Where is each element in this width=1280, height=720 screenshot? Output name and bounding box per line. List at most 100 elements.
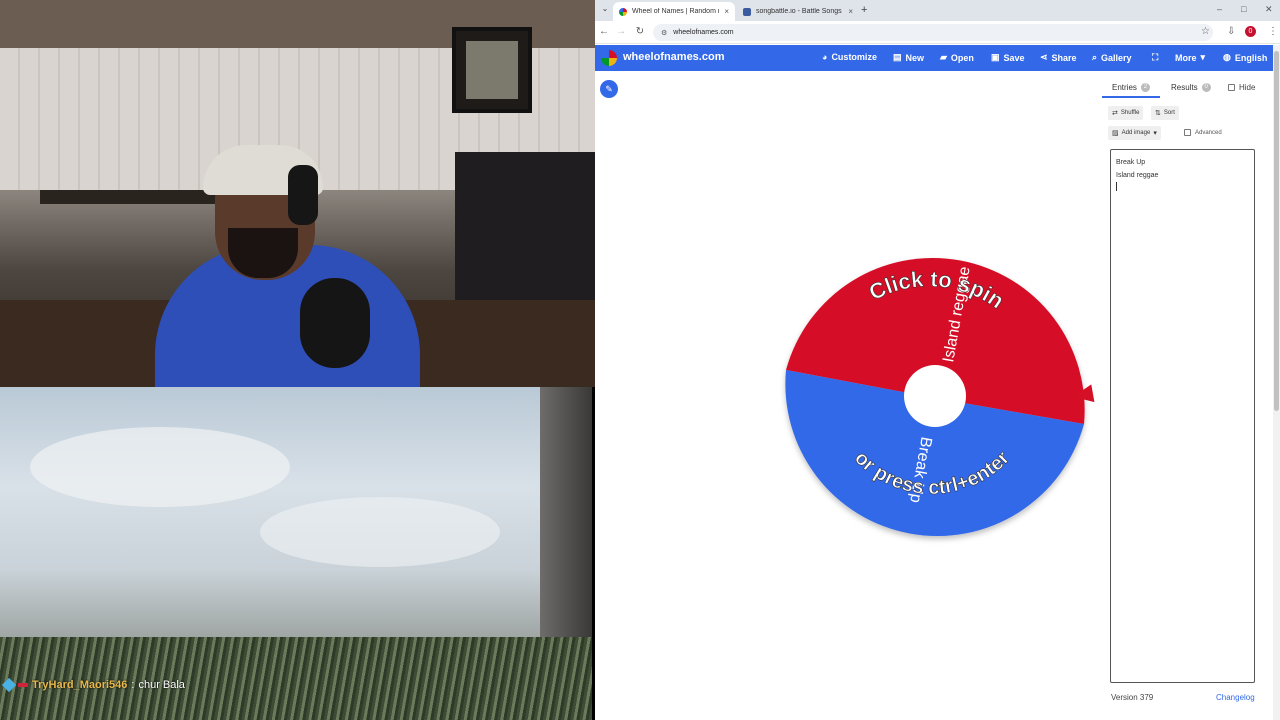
advanced-label: Advanced	[1195, 129, 1222, 136]
sort-icon: ⇅	[1155, 110, 1161, 117]
changelog-link[interactable]: Changelog	[1216, 693, 1255, 702]
hide-checkbox[interactable]: Hide	[1228, 83, 1255, 92]
image-icon: ▨	[1112, 130, 1119, 137]
new-file-icon: ▤	[893, 52, 902, 62]
headphones	[288, 165, 318, 225]
checkbox-icon[interactable]	[1184, 129, 1191, 136]
close-icon[interactable]: ×	[724, 7, 729, 16]
minimize-icon[interactable]: –	[1217, 4, 1222, 14]
search-icon: ⌕	[1092, 52, 1098, 62]
version-text: Version 379	[1111, 693, 1154, 702]
entries-count-badge: 2	[1140, 83, 1150, 92]
url-text: wheelofnames.com	[673, 29, 734, 36]
chat-separator: :	[131, 679, 135, 691]
rock	[540, 387, 592, 667]
tab-entries[interactable]: Entries 2	[1112, 83, 1150, 92]
share-label: Share	[1051, 52, 1077, 63]
new-button[interactable]: ▤ New	[893, 52, 924, 63]
add-image-label: Add image	[1121, 130, 1151, 136]
gallery-label: Gallery	[1101, 52, 1132, 63]
cloud	[30, 427, 290, 507]
tab-songbattle[interactable]: songbattle.io - Battle Songs ag ×	[737, 2, 859, 21]
cabinet	[455, 152, 595, 312]
save-icon: ▣	[991, 52, 1000, 62]
chat-badge-icon	[1, 677, 17, 693]
open-button[interactable]: ▰ Open	[940, 52, 974, 63]
entry-line: Island reggae	[1116, 172, 1159, 179]
chat-message: TryHard_Maori546 : chur Bala	[1, 677, 185, 693]
fullscreen-button[interactable]: ⛶	[1152, 52, 1158, 63]
scenic-background	[0, 387, 592, 720]
sort-button[interactable]: ⇅ Sort	[1151, 106, 1179, 120]
gallery-button[interactable]: ⌕ Gallery	[1092, 52, 1132, 63]
more-button[interactable]: More ▾	[1175, 52, 1205, 63]
close-window-icon[interactable]: ✕	[1265, 4, 1273, 15]
back-icon[interactable]: ←	[598, 26, 610, 37]
tab-strip: ⌄ Wheel of Names | Random nar × songbatt…	[595, 0, 1280, 21]
tab-results[interactable]: Results 0	[1171, 83, 1211, 92]
wheel-logo-icon[interactable]	[601, 50, 617, 66]
wall-picture	[452, 27, 532, 113]
browser-menu-icon[interactable]: ⋮	[1268, 26, 1278, 37]
share-button[interactable]: ⋖ Share	[1040, 52, 1077, 63]
forward-icon[interactable]: →	[615, 26, 627, 37]
language-label: English	[1234, 52, 1268, 63]
songbattle-favicon-icon	[743, 7, 751, 16]
reload-icon[interactable]: ↻	[634, 26, 646, 37]
spin-wheel[interactable]: Island reggae Break Up Click to spin or …	[780, 243, 1090, 553]
page-scrollbar[interactable]	[1273, 45, 1280, 720]
tab-wheel-of-names[interactable]: Wheel of Names | Random nar ×	[613, 2, 735, 21]
shuffle-icon: ⇄	[1112, 110, 1118, 117]
customize-label: Customize	[831, 52, 877, 62]
profile-avatar[interactable]: 0	[1245, 26, 1256, 37]
fullscreen-icon: ⛶	[1152, 52, 1159, 62]
brand-title[interactable]: wheelofnames.com	[623, 51, 724, 63]
globe-icon: ◍	[1223, 52, 1231, 62]
sidebar-tabs: Entries 2 Results 0 Hide	[1102, 75, 1272, 98]
add-image-button[interactable]: ▨ Add image ▾	[1108, 126, 1161, 140]
tab-title: Wheel of Names | Random nar	[632, 8, 720, 15]
bookmark-star-icon[interactable]: ☆	[1201, 26, 1210, 37]
browser-window: ⌄ Wheel of Names | Random nar × songbatt…	[595, 0, 1280, 720]
tab-search-icon[interactable]: ⌄	[599, 4, 611, 16]
address-bar-row: ← → ↻ ⚙ wheelofnames.com ☆ ⇩ ⋮	[595, 21, 1280, 44]
customize-button[interactable]: ◕ Customize	[822, 52, 877, 62]
cloud	[260, 497, 500, 567]
downloads-icon[interactable]: ⇩	[1227, 26, 1235, 37]
scrollbar-thumb[interactable]	[1274, 51, 1279, 411]
chat-text: chur Bala	[138, 679, 185, 691]
streamer-beard	[228, 228, 298, 278]
hide-label: Hide	[1239, 83, 1256, 92]
url-field[interactable]: ⚙ wheelofnames.com	[653, 24, 1213, 41]
wheel-favicon-icon	[619, 7, 627, 16]
text-caret	[1116, 182, 1117, 191]
advanced-checkbox[interactable]: Advanced	[1184, 129, 1222, 136]
chat-username: TryHard_Maori546	[32, 679, 128, 691]
entries-textarea[interactable]: Break Up Island reggae	[1110, 149, 1255, 683]
language-button[interactable]: ◍ English	[1223, 52, 1267, 63]
palette-icon: ◕	[822, 52, 828, 62]
more-label: More	[1175, 52, 1197, 63]
maximize-icon[interactable]: □	[1241, 4, 1246, 14]
webcam-video	[0, 0, 595, 387]
site-info-icon[interactable]: ⚙	[661, 29, 667, 37]
tab-results-label: Results	[1171, 83, 1198, 92]
shuffle-button[interactable]: ⇄ Shuffle	[1108, 106, 1144, 120]
wheel-pointer-icon	[1071, 384, 1095, 406]
sort-label: Sort	[1163, 110, 1175, 116]
checkbox-icon[interactable]	[1228, 84, 1235, 91]
share-icon: ⋖	[1040, 52, 1048, 62]
shuffle-label: Shuffle	[1120, 110, 1140, 116]
chevron-down-icon: ▾	[1153, 130, 1157, 137]
new-tab-button[interactable]: +	[861, 4, 867, 16]
app-navbar: wheelofnames.com ◕ Customize ▤ New ▰ Ope…	[595, 45, 1275, 71]
close-icon[interactable]: ×	[848, 7, 853, 16]
results-count-badge: 0	[1201, 83, 1211, 92]
open-label: Open	[950, 52, 974, 63]
entry-line: Break Up	[1116, 159, 1146, 166]
tab-title: songbattle.io - Battle Songs ag	[756, 8, 844, 15]
entries-sidebar: Entries 2 Results 0 Hide ⇄ Shuffle ⇅ Sor…	[1102, 75, 1272, 715]
save-label: Save	[1003, 52, 1025, 63]
save-button[interactable]: ▣ Save	[991, 52, 1025, 63]
edit-pencil-icon[interactable]: ✎	[600, 80, 618, 98]
